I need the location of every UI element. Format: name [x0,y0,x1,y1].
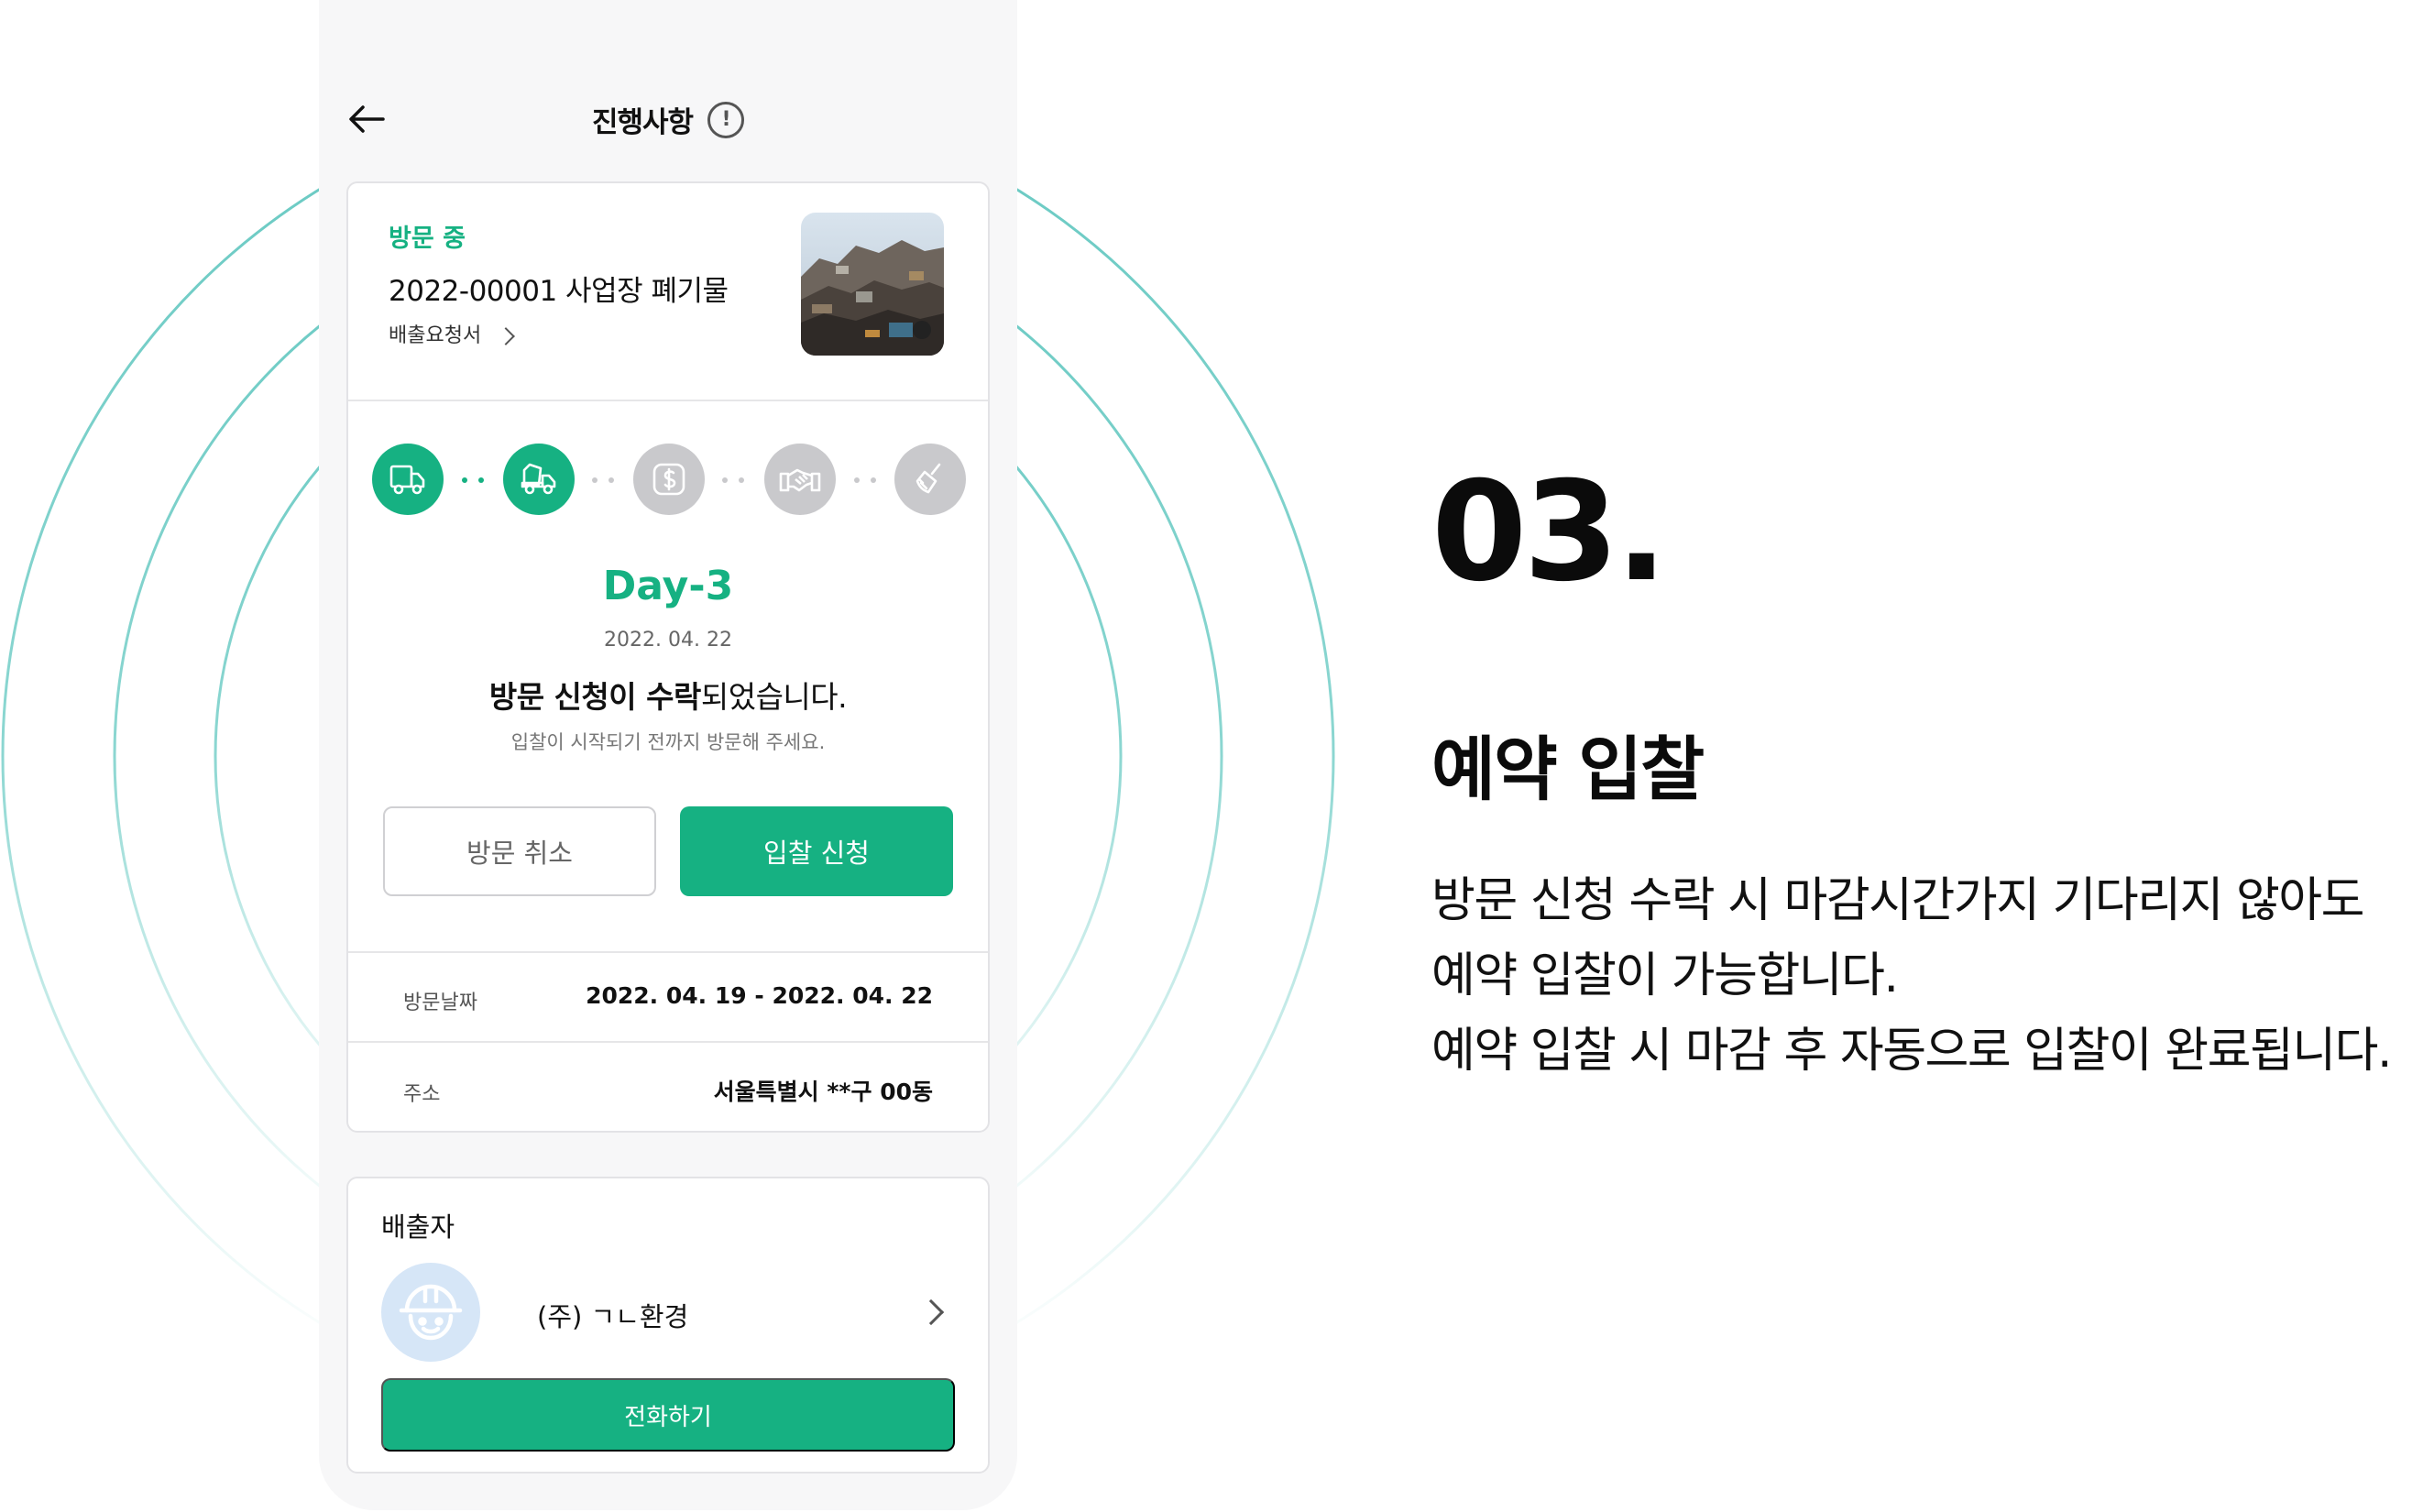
step-dot [739,477,744,483]
deadline-date: 2022. 04. 22 [604,629,732,652]
feature-step-number: 03. [1431,453,1668,612]
visit-date-value: 2022. 04. 19 - 2022. 04. 22 [586,982,933,1009]
truck-icon [389,465,425,495]
status-message-bold: 방문 신청이 수락 [488,679,702,715]
feature-line: 예약 입찰이 가능합니다. [1431,948,1899,1003]
step-dot [722,477,728,483]
step-truck [372,444,444,515]
call-button[interactable]: 전화하기 [381,1378,955,1452]
divider [348,400,988,401]
hardhat-worker-icon [399,1284,463,1341]
step-cleanup [894,444,966,515]
day-counter: Day-3 [602,563,734,609]
step-payment [633,444,705,515]
step-dot [871,477,876,483]
handshake-icon [779,468,821,492]
step-dot [592,477,598,483]
step-truck-bin [503,444,575,515]
status-message-rest: 되었습니다. [700,679,848,715]
cancel-visit-button[interactable]: 방문 취소 [383,806,656,896]
status-badge: 방문 중 [389,225,466,253]
waste-photo [801,213,944,356]
address-label: 주소 [403,1083,441,1106]
step-dot [854,477,860,483]
apply-bid-button[interactable]: 입찰 신청 [680,806,953,896]
feature-line: 예약 입찰 시 마감 후 자동으로 입찰이 완료됩니다. [1431,1024,2393,1079]
address-value: 서울특별시 **구 00동 [713,1079,933,1105]
feature-heading: 예약 입찰 [1431,729,1705,810]
feature-description: 방문 신청 수락 시 마감시간가지 기다리지 않아도 예약 입찰이 가능합니다.… [1431,863,2421,1089]
discharge-request-link[interactable]: 배출요청서 [389,319,516,348]
divider [348,1041,988,1043]
divider [348,951,988,953]
discharge-request-label: 배출요청서 [389,324,482,347]
phone-top [319,0,1017,73]
step-dot [478,477,484,483]
visit-date-label: 방문날짜 [403,992,477,1014]
request-title: 2022-00001 사업장 폐기물 [389,275,729,308]
company-name[interactable]: (주) ㄱㄴ환경 [537,1296,688,1334]
truck-bin-icon [521,463,556,495]
phone-screen: 진행사항! 방문 중 2022-00001 사업장 폐기물 배출요청서 Day-… [319,0,1017,1510]
discharger-title: 배출자 [381,1211,455,1243]
app-header: 진행사항! [319,64,1017,174]
dollar-coin-icon [652,463,685,496]
step-dot [608,477,614,483]
page-title: 진행사항! [319,99,1017,140]
chevron-right-icon[interactable] [917,1298,945,1326]
avatar [381,1263,480,1362]
step-dot [462,477,467,483]
chevron-right-icon [497,327,516,345]
status-submessage: 입찰이 시작되기 전까지 방문해 주세요. [510,731,826,753]
broom-icon [915,463,941,494]
step-contract [764,444,836,515]
discharger-card: 배출자 (주) ㄱㄴ환경 전화하기 [346,1177,990,1474]
info-icon[interactable]: ! [707,101,745,138]
feature-line: 방문 신청 수락 시 마감시간가지 기다리지 않아도 [1431,873,2364,928]
progress-steps [372,444,968,517]
status-message: 방문 신청이 수락되었습니다. [348,673,988,717]
request-card: 방문 중 2022-00001 사업장 폐기물 배출요청서 Day-3 2022… [346,181,990,1133]
